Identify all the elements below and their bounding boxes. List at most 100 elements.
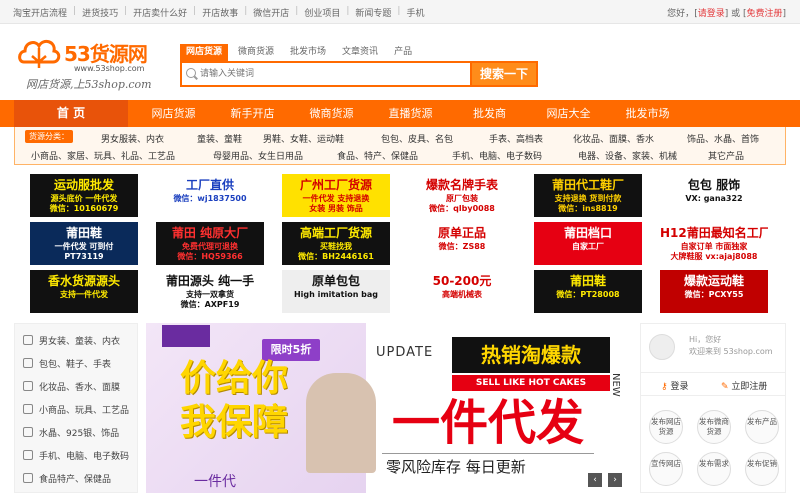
register-button[interactable]: ✎ 立即注册 xyxy=(721,379,767,392)
search-tab-4[interactable]: 产品 xyxy=(388,44,418,61)
publish-promotion-button[interactable]: 发布促销 xyxy=(745,452,779,486)
ad-title: 50-200元 xyxy=(432,274,492,288)
ad-title: 莆田档口 xyxy=(563,226,612,240)
ad-banner[interactable]: 爆款名牌手表 原厂包装 微信：qlby0088 xyxy=(408,174,516,217)
category-link[interactable]: 饰品、水晶、首饰 xyxy=(687,132,759,145)
ad-subtitle: 支持一件代发 xyxy=(60,290,108,299)
top-link-3[interactable]: 开店故事 xyxy=(202,6,238,19)
nav-home[interactable]: 首 页 xyxy=(14,100,128,127)
nav-item-1[interactable]: 新手开店 xyxy=(213,100,292,127)
banner-next-arrow[interactable]: › xyxy=(608,473,622,487)
nav-item-2[interactable]: 微商货源 xyxy=(292,100,371,127)
category-link[interactable]: 其它产品 xyxy=(708,149,744,162)
ad-banner[interactable]: 原单正品 微信：ZS88 xyxy=(408,222,516,265)
toy-icon xyxy=(23,404,33,414)
search-tab-0[interactable]: 网店货源 xyxy=(180,44,229,61)
main-banner[interactable]: 限时5折 价给你 我保障 UPDATE 热销淘爆款 SELL LIKE HOT … xyxy=(146,323,632,493)
separator: | xyxy=(244,6,248,16)
ad-banner[interactable]: 运动服批发 源头底价 一件代发 微信：10160679 xyxy=(30,174,138,217)
nav-item-6[interactable]: 批发市场 xyxy=(608,100,687,127)
top-link-2[interactable]: 开店卖什么好 xyxy=(133,6,187,19)
left-menu-item[interactable]: 男女装、童装、内衣 xyxy=(23,332,120,348)
ad-banner[interactable]: 莆田 纯原大厂 免费代理可退换 微信：HQ59366 xyxy=(156,222,264,265)
login-link[interactable]: 请登录 xyxy=(698,9,725,19)
ad-title: 运动服批发 xyxy=(53,178,114,192)
ad-banner[interactable]: 莆田鞋 微信：PT28008 xyxy=(534,270,642,313)
ad-banner[interactable]: H12莆田最知名工厂 自家订单 市面独家 大牌鞋服 vx:ajaj8088 xyxy=(660,222,768,265)
account-links: 您好，[请登录] 或 [免费注册] xyxy=(667,9,786,19)
category-link[interactable]: 食品、特产、保健品 xyxy=(337,149,452,162)
auth-buttons: ⚷ 登录 ✎ 立即注册 xyxy=(641,372,785,396)
publish-demand-button[interactable]: 发布需求 xyxy=(697,452,731,486)
site-logo[interactable]: 53货源网 www.53shop.com 网店货源,上53shop.com xyxy=(14,28,164,98)
category-link[interactable]: 母婴用品、女生日用品 xyxy=(213,149,337,162)
ad-title: H12莆田最知名工厂 xyxy=(660,226,768,240)
phone-icon xyxy=(23,450,33,460)
category-link[interactable]: 电器、设备、家装、机械 xyxy=(578,149,708,162)
nav-item-5[interactable]: 网店大全 xyxy=(529,100,608,127)
ad-banner[interactable]: 香水货源源头 支持一件代发 xyxy=(30,270,138,313)
left-menu-label: 水晶、925银、饰品 xyxy=(39,428,120,439)
ad-banner[interactable]: 工厂直供 微信：wj1837500 xyxy=(156,174,264,217)
search-tab-1[interactable]: 微商货源 xyxy=(232,44,280,61)
top-link-6[interactable]: 新闻专题 xyxy=(355,6,391,19)
ad-banner[interactable]: 高端工厂货源 买鞋找我 微信：BH2446161 xyxy=(282,222,390,265)
ad-title: 爆款名牌手表 xyxy=(425,178,498,192)
banner-prev-arrow[interactable]: ‹ xyxy=(588,473,602,487)
ad-banner[interactable]: 莆田源头 纯一手 支持一双拿货 微信：AXPF19 xyxy=(156,270,264,313)
left-menu-item[interactable]: 水晶、925银、饰品 xyxy=(23,424,119,440)
category-label: 货源分类： xyxy=(25,130,73,143)
publish-product-button[interactable]: 发布产品 xyxy=(745,410,779,444)
ad-banner[interactable]: 爆款运动鞋 微信：PCXY55 xyxy=(660,270,768,313)
category-link[interactable]: 男女服装、内衣 xyxy=(101,132,197,145)
left-menu-item[interactable]: 小商品、玩具、工艺品 xyxy=(23,401,129,417)
banner-model-figure xyxy=(306,373,376,473)
category-link[interactable]: 手表、高档表 xyxy=(489,132,573,145)
category-link[interactable]: 小商品、家居、玩具、礼品、工艺品 xyxy=(31,149,213,162)
publish-shop-source-button[interactable]: 发布网店货源 xyxy=(649,410,683,444)
key-icon: ⚷ xyxy=(661,382,668,392)
nav-item-0[interactable]: 网店货源 xyxy=(134,100,213,127)
nav-item-3[interactable]: 直播货源 xyxy=(371,100,450,127)
ad-contact: 大牌鞋服 vx:ajaj8088 xyxy=(670,252,758,261)
avatar xyxy=(649,334,675,360)
category-link[interactable]: 童装、童鞋 xyxy=(197,132,263,145)
top-link-7[interactable]: 手机 xyxy=(406,6,424,19)
search-tab-2[interactable]: 批发市场 xyxy=(284,44,332,61)
login-button[interactable]: ⚷ 登录 xyxy=(661,379,688,392)
promote-shop-button[interactable]: 宣传网店 xyxy=(649,452,683,486)
left-menu-label: 食品特产、保健品 xyxy=(39,474,112,485)
search-tab-3[interactable]: 文章资讯 xyxy=(336,44,384,61)
left-menu-item[interactable]: 包包、鞋子、手表 xyxy=(23,355,111,371)
ad-banner[interactable]: 原单包包 High imitation bag xyxy=(282,270,390,313)
ad-title: 原单正品 xyxy=(437,226,486,240)
category-link[interactable]: 化妆品、面膜、香水 xyxy=(573,132,687,145)
category-link[interactable]: 男鞋、女鞋、运动鞋 xyxy=(263,132,381,145)
search-button[interactable]: 搜索一下 xyxy=(470,61,538,87)
publish-wechat-source-button[interactable]: 发布微商货源 xyxy=(697,410,731,444)
ad-banner[interactable]: 包包 服饰 VX: gana322 xyxy=(660,174,768,217)
category-link[interactable]: 包包、皮具、名包 xyxy=(381,132,489,145)
left-menu-item[interactable]: 食品特产、保健品 xyxy=(23,470,111,486)
nav-item-4[interactable]: 批发商 xyxy=(450,100,529,127)
top-link-5[interactable]: 创业项目 xyxy=(304,6,340,19)
register-link[interactable]: 免费注册 xyxy=(746,9,782,19)
ad-banner[interactable]: 广州工厂货源 一件代发 支持退换 女装 男装 饰品 xyxy=(282,174,390,217)
top-link-4[interactable]: 微信开店 xyxy=(253,6,289,19)
top-link-0[interactable]: 淘宝开店流程 xyxy=(13,6,67,19)
separator: | xyxy=(295,6,299,16)
banner-left-stripe xyxy=(162,325,210,347)
category-link[interactable]: 手机、电脑、电子数码 xyxy=(452,149,578,162)
main-nav: 首 页 网店货源 新手开店 微商货源 直播货源 批发商 网店大全 批发市场 xyxy=(0,100,800,127)
banner-update: UPDATE xyxy=(376,345,434,360)
ad-banner[interactable]: 50-200元 高端机械表 xyxy=(408,270,516,313)
banner-big-text-2: 我保障 xyxy=(180,402,289,443)
ad-banner[interactable]: 莆田代工鞋厂 支持退换 货到付款 微信：ins8819 xyxy=(534,174,642,217)
search-input[interactable] xyxy=(200,66,470,82)
ad-banner[interactable]: 莆田鞋 一件代发 可到付 PT73119 xyxy=(30,222,138,265)
top-link-1[interactable]: 进货技巧 xyxy=(82,6,118,19)
left-menu-item[interactable]: 手机、电脑、电子数码 xyxy=(23,447,129,463)
left-menu-item[interactable]: 化妆品、香水、面膜 xyxy=(23,378,120,394)
top-bar: 淘宝开店流程 | 进货技巧 | 开店卖什么好 | 开店故事 | 微信开店 | 创业项目 | … xyxy=(0,0,800,24)
ad-banner[interactable]: 莆田档口 自家工厂 xyxy=(534,222,642,265)
